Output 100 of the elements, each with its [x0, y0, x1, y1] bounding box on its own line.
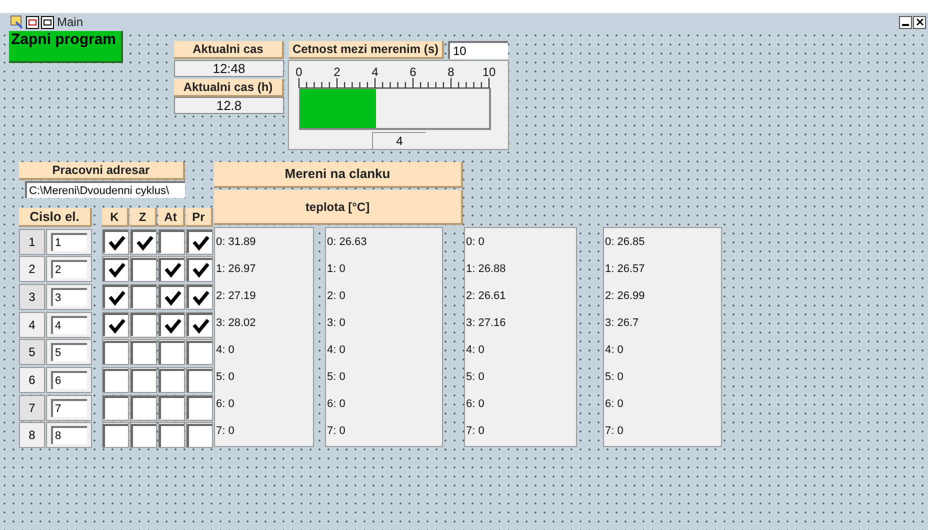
checkmark-icon: [108, 234, 126, 250]
checkbox[interactable]: [159, 396, 184, 420]
checkbox[interactable]: [103, 340, 128, 364]
column-header: Z: [130, 208, 157, 227]
close-button[interactable]: [913, 16, 926, 28]
frequency-label: Cetnost mezi merenim (s): [289, 41, 444, 59]
checkbox[interactable]: [159, 230, 184, 253]
unit-label: teplota [°C]: [214, 190, 463, 225]
reading-text: 4: 0: [215, 343, 234, 358]
number-field[interactable]: 8: [51, 426, 87, 444]
checkbox[interactable]: [131, 230, 156, 253]
scale-label: 6: [410, 64, 416, 81]
window-title: Main: [57, 14, 84, 31]
reading-text: 0: 26.85: [604, 235, 645, 250]
time-display: 12:48: [174, 60, 284, 77]
checkbox[interactable]: [103, 285, 128, 308]
checkbox[interactable]: [187, 313, 212, 336]
checkbox[interactable]: [103, 424, 128, 447]
reading-text: 4: 0: [326, 343, 346, 358]
row-number: 8: [19, 422, 45, 448]
checkbox[interactable]: [187, 368, 212, 392]
checkbox[interactable]: [187, 340, 212, 364]
checkmark-icon: [192, 262, 210, 278]
slider-track[interactable]: [299, 88, 491, 130]
column-header: Pr: [186, 208, 213, 227]
checkbox[interactable]: [131, 285, 156, 308]
reading-text: 4: 0: [465, 343, 484, 358]
number-field[interactable]: 2: [51, 260, 87, 278]
scale-label: 10: [482, 64, 496, 81]
reading-text: 5: 0: [465, 370, 484, 385]
checkbox[interactable]: [159, 424, 184, 447]
checkbox[interactable]: [159, 285, 184, 308]
checkbox[interactable]: [131, 368, 156, 392]
directory-label: Pracovni adresar: [19, 162, 185, 180]
checkbox[interactable]: [187, 258, 212, 281]
row-number: 5: [19, 339, 45, 366]
checkbox[interactable]: [131, 340, 156, 364]
checkbox[interactable]: [159, 258, 184, 281]
minimize-button[interactable]: [899, 16, 912, 28]
checkmark-icon: [192, 234, 210, 250]
frequency-field[interactable]: 10: [448, 41, 508, 59]
checkmark-icon: [192, 318, 210, 334]
reading-text: 1: 0: [326, 262, 346, 277]
reading-text: 1: 26.57: [604, 262, 645, 277]
row-number: 6: [19, 367, 45, 393]
checkbox[interactable]: [131, 313, 156, 336]
reading-text: 6: 0: [215, 397, 234, 412]
reading-text: 6: 0: [604, 397, 624, 412]
reading-text: 7: 0: [326, 424, 346, 439]
checkmark-icon: [108, 318, 126, 334]
checkmark-icon: [108, 290, 126, 306]
checkmark-icon: [108, 262, 126, 278]
checkbox[interactable]: [103, 258, 128, 281]
reading-text: 1: 26.97: [215, 262, 256, 277]
number-field[interactable]: 1: [51, 232, 87, 250]
reading-text: 3: 28.02: [215, 316, 256, 331]
number-field[interactable]: 7: [51, 398, 87, 417]
checkbox[interactable]: [131, 424, 156, 447]
reading-text: 5: 0: [604, 370, 624, 385]
reading-text: 2: 27.19: [215, 289, 256, 304]
checkbox[interactable]: [159, 340, 184, 364]
checkmark-icon: [164, 318, 182, 334]
scale-label: 0: [296, 64, 302, 81]
window-icon: [41, 16, 54, 28]
reading-text: 3: 27.16: [465, 316, 506, 331]
reading-text: 2: 26.61: [465, 289, 506, 304]
close-icon: [916, 18, 924, 26]
checkbox[interactable]: [159, 313, 184, 336]
window-icon: [26, 16, 39, 28]
start-button[interactable]: Zapni program: [9, 31, 123, 63]
column-header: K: [102, 208, 129, 227]
reading-text: 7: 0: [604, 424, 624, 439]
number-field[interactable]: 3: [51, 288, 87, 306]
reading-text: 3: 26.7: [604, 316, 639, 331]
reading-text: 0: 31.89: [215, 235, 256, 250]
checkbox[interactable]: [187, 285, 212, 308]
checkbox[interactable]: [187, 396, 212, 420]
row-number: 7: [19, 394, 45, 421]
app-icon: [10, 15, 24, 29]
checkbox[interactable]: [131, 396, 156, 420]
reading-text: 1: 26.88: [465, 262, 506, 277]
checkbox[interactable]: [187, 230, 212, 253]
checkbox[interactable]: [131, 258, 156, 281]
checkmark-icon: [192, 290, 210, 306]
scale-label: 8: [448, 64, 454, 81]
reading-text: 6: 0: [465, 397, 484, 412]
number-field[interactable]: 6: [51, 371, 87, 389]
scale-label: 2: [334, 64, 340, 81]
reading-text: 6: 0: [326, 397, 346, 412]
number-field[interactable]: 4: [51, 316, 87, 334]
checkbox[interactable]: [159, 368, 184, 392]
checkbox[interactable]: [187, 424, 212, 447]
checkbox[interactable]: [103, 396, 128, 420]
checkbox[interactable]: [103, 368, 128, 392]
directory-field[interactable]: C:\Mereni\Dvoudenni cyklus\: [25, 181, 185, 198]
number-field[interactable]: 5: [51, 343, 87, 362]
checkbox[interactable]: [103, 313, 128, 336]
reading-text: 0: 0: [465, 235, 484, 250]
checkbox[interactable]: [103, 230, 128, 253]
column-header: At: [158, 208, 185, 227]
